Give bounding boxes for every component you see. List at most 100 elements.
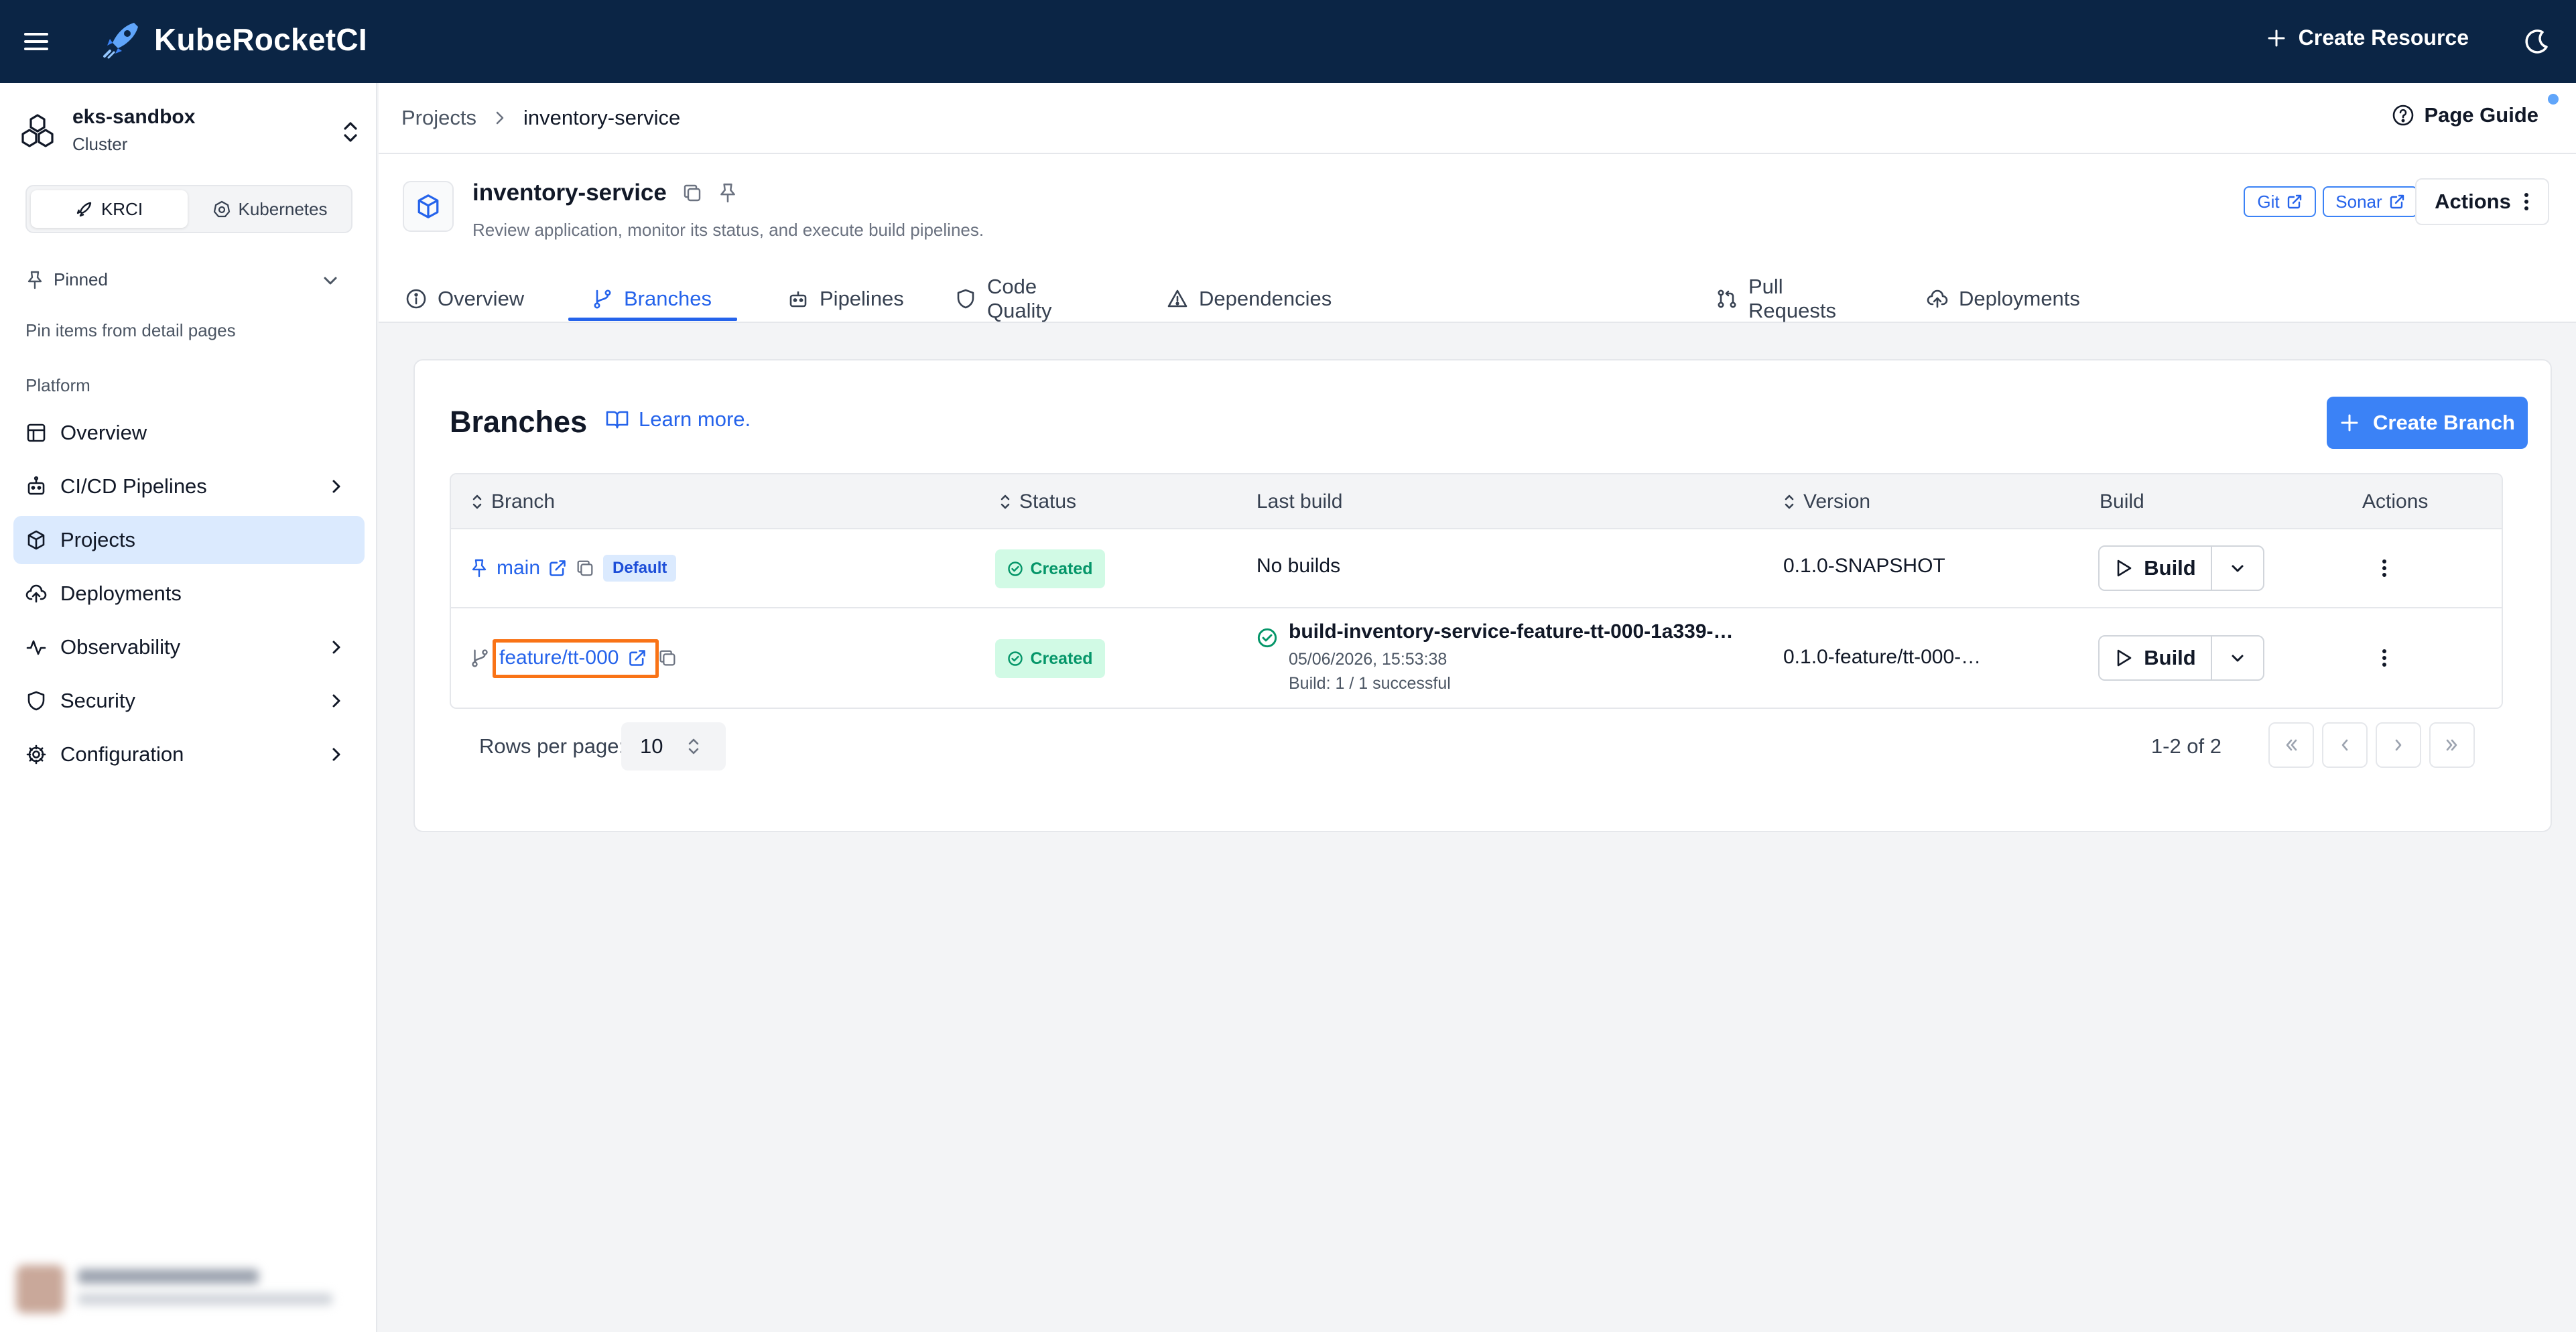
mode-switch: KRCI Kubernetes	[25, 185, 352, 233]
chevron-up-down-icon	[687, 736, 700, 757]
menu-icon[interactable]	[20, 25, 52, 58]
column-header-branch[interactable]: Branch	[471, 490, 555, 513]
column-header-actions: Actions	[2362, 490, 2428, 513]
user-name-redacted	[78, 1269, 259, 1284]
chevrons-right-icon	[2443, 736, 2461, 754]
cloud-upload-icon	[1927, 288, 1948, 310]
page-guide-button[interactable]: Page Guide	[2392, 103, 2538, 127]
external-link-icon[interactable]	[548, 559, 567, 578]
previous-page-button[interactable]	[2322, 722, 2368, 768]
plus-icon	[2339, 413, 2360, 433]
external-link-icon	[2389, 194, 2405, 210]
build-options-toggle[interactable]	[2212, 547, 2263, 590]
tab-overview[interactable]: Overview	[405, 275, 524, 323]
build-button[interactable]: Build	[2100, 637, 2212, 679]
copy-icon[interactable]	[682, 182, 703, 204]
sidebar-item-deployments[interactable]: Deployments	[13, 570, 365, 618]
column-label: Version	[1803, 490, 1871, 513]
sidebar-item-label: Configuration	[60, 742, 184, 766]
column-header-status[interactable]: Status	[999, 490, 1076, 513]
moon-icon[interactable]	[2522, 27, 2552, 56]
build-options-toggle[interactable]	[2212, 637, 2263, 679]
create-resource-button[interactable]: Create Resource	[2266, 25, 2469, 50]
tab-pull-requests[interactable]: Pull Requests	[1716, 275, 1836, 323]
tab-dependencies[interactable]: Dependencies	[1167, 275, 1332, 323]
user-email-redacted	[78, 1293, 332, 1305]
tab-code-quality[interactable]: Code Quality	[955, 275, 1051, 323]
sidebar-item-observability[interactable]: Observability	[13, 623, 365, 671]
play-icon	[2114, 648, 2133, 668]
git-link-button[interactable]: Git	[2244, 186, 2316, 217]
build-label: Build	[2144, 646, 2196, 669]
branch-link[interactable]: main	[497, 557, 540, 580]
rows-per-page-select[interactable]: 10	[621, 722, 726, 771]
mode-kubernetes[interactable]: Kubernetes	[192, 190, 348, 228]
sidebar-item-configuration[interactable]: Configuration	[13, 730, 365, 779]
pin-icon[interactable]	[470, 558, 489, 578]
pinned-section-toggle[interactable]: Pinned	[25, 269, 352, 290]
column-label: Last build	[1257, 490, 1343, 513]
last-build-cell: No builds	[1257, 555, 1341, 577]
brand[interactable]: KubeRocketCI	[101, 19, 367, 60]
page-title: inventory-service	[472, 180, 738, 206]
cluster-icon	[19, 111, 56, 149]
tab-pipelines[interactable]: Pipelines	[787, 275, 904, 323]
kubernetes-icon	[213, 200, 231, 218]
sidebar-item-label: CI/CD Pipelines	[60, 474, 207, 498]
build-button[interactable]: Build	[2100, 547, 2212, 590]
next-page-button[interactable]	[2376, 722, 2421, 768]
sidebar-item-security[interactable]: Security	[13, 677, 365, 725]
notification-dot	[2548, 94, 2559, 105]
user-account[interactable]	[7, 1249, 369, 1319]
shield-icon	[955, 288, 976, 310]
row-actions-menu[interactable]	[2381, 557, 2388, 579]
tab-label: Code Quality	[987, 275, 1052, 322]
create-resource-label: Create Resource	[2298, 25, 2469, 50]
column-header-version[interactable]: Version	[1783, 490, 1870, 513]
active-tab-indicator	[568, 318, 737, 321]
chevron-down-icon	[320, 271, 340, 291]
sort-icon	[471, 492, 483, 512]
copy-icon[interactable]	[657, 648, 678, 668]
info-icon	[405, 288, 427, 310]
cluster-switcher[interactable]: eks-sandbox Cluster	[19, 105, 367, 158]
last-page-button[interactable]	[2429, 722, 2475, 768]
row-actions-menu[interactable]	[2381, 647, 2388, 669]
chevrons-left-icon	[2282, 736, 2301, 754]
tab-label: Dependencies	[1199, 287, 1332, 310]
learn-more-link[interactable]: Learn more.	[605, 407, 751, 431]
last-build-link[interactable]: build-inventory-service-feature-tt-000-1…	[1289, 620, 1734, 643]
sidebar-item-label: Overview	[60, 421, 147, 444]
sidebar-item-cicd-pipelines[interactable]: CI/CD Pipelines	[13, 462, 365, 511]
tab-label: Overview	[438, 287, 525, 310]
sidebar-item-overview[interactable]: Overview	[13, 409, 365, 457]
git-link-label: Git	[2257, 191, 2280, 212]
chevron-right-icon	[491, 109, 509, 127]
tab-deployments[interactable]: Deployments	[1927, 275, 2080, 323]
last-build-summary: Build: 1 / 1 successful	[1289, 674, 1451, 693]
sonar-link-button[interactable]: Sonar	[2323, 186, 2418, 217]
mode-krci[interactable]: KRCI	[31, 190, 188, 228]
copy-icon[interactable]	[575, 558, 595, 578]
warning-triangle-icon	[1167, 288, 1188, 310]
project-actions-label: Actions	[2435, 190, 2511, 213]
rocket-logo-icon	[101, 19, 142, 60]
branch-cell: main Default	[470, 549, 677, 587]
pinned-label: Pinned	[54, 269, 108, 289]
chevron-down-icon	[2229, 559, 2246, 577]
create-branch-button[interactable]: Create Branch	[2327, 397, 2528, 449]
sort-icon	[1783, 492, 1795, 512]
status-badge: Created	[995, 639, 1105, 678]
project-actions-button[interactable]: Actions	[2415, 178, 2549, 225]
status-badge: Created	[995, 549, 1105, 588]
sidebar-item-projects[interactable]: Projects	[13, 516, 365, 564]
breadcrumb-projects[interactable]: Projects	[401, 106, 476, 130]
tab-branches[interactable]: Branches	[592, 275, 712, 323]
version-cell: 0.1.0-feature/tt-000-…	[1783, 646, 1982, 668]
pin-icon[interactable]	[718, 182, 738, 204]
first-page-button[interactable]	[2268, 722, 2314, 768]
sidebar-item-label: Projects	[60, 528, 135, 551]
column-label: Branch	[491, 490, 556, 513]
chevron-up-down-icon	[340, 119, 361, 145]
git-branch-icon	[592, 288, 613, 310]
